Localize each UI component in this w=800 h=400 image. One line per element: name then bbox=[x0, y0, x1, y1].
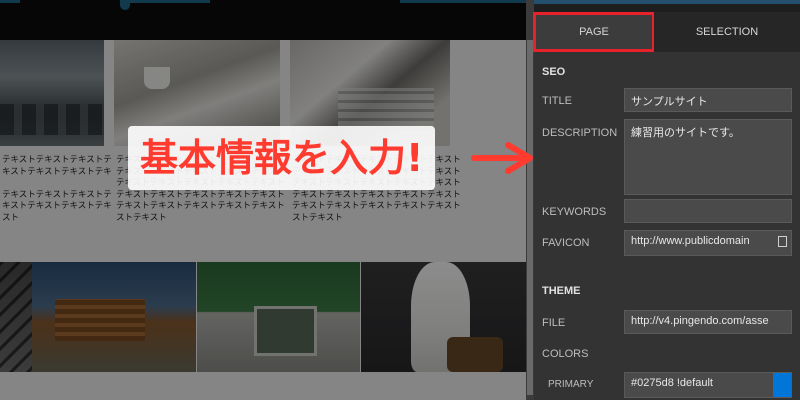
arrow-right-icon bbox=[471, 142, 533, 174]
primary-color-value: #0275d8 !default bbox=[631, 377, 713, 389]
scrollbar-thumb[interactable] bbox=[527, 40, 533, 395]
theme-file-field-value: http://v4.pingendo.com/asse bbox=[631, 315, 769, 327]
annotation-callout: 基本情報を入力! bbox=[128, 126, 436, 190]
file-label: FILE bbox=[542, 317, 566, 329]
primary-color-field[interactable]: #0275d8 !default bbox=[624, 372, 792, 398]
file-icon[interactable] bbox=[778, 236, 787, 247]
favicon-field-value: http://www.publicdomain bbox=[631, 235, 750, 247]
tab-page[interactable]: PAGE bbox=[533, 12, 655, 52]
tab-page-highlight-box bbox=[533, 12, 655, 52]
favicon-label: FAVICON bbox=[542, 237, 590, 249]
keywords-label: KEYWORDS bbox=[542, 206, 607, 218]
keywords-field[interactable] bbox=[624, 199, 792, 223]
theme-heading: THEME bbox=[542, 285, 581, 297]
primary-color-swatch[interactable] bbox=[773, 373, 791, 397]
primary-label: PRIMARY bbox=[548, 379, 594, 390]
favicon-field[interactable]: http://www.publicdomain bbox=[624, 230, 792, 256]
title-label: TITLE bbox=[542, 95, 572, 107]
title-field-value: サンプルサイト bbox=[631, 96, 708, 108]
properties-panel: PAGE SELECTION SEO TITLE サンプルサイト DESCRIP… bbox=[533, 0, 800, 400]
description-label: DESCRIPTION bbox=[542, 127, 618, 139]
tab-selection[interactable]: SELECTION bbox=[654, 12, 800, 52]
canvas-dim-overlay bbox=[0, 0, 526, 400]
colors-label: COLORS bbox=[542, 348, 589, 360]
canvas-scrollbar[interactable] bbox=[526, 0, 534, 400]
panel-top-strip bbox=[534, 0, 800, 12]
title-field[interactable]: サンプルサイト bbox=[624, 88, 792, 112]
theme-file-field[interactable]: http://v4.pingendo.com/asse bbox=[624, 310, 792, 334]
description-field-value: 練習用のサイトです。 bbox=[631, 127, 740, 139]
panel-top-accent bbox=[534, 0, 800, 4]
tab-selection-label: SELECTION bbox=[695, 26, 759, 38]
design-canvas[interactable]: テキストテキストテキストテ キストテキストテキストテキ テキストテキストテキスト… bbox=[0, 0, 526, 400]
description-field[interactable]: 練習用のサイトです。 bbox=[624, 119, 792, 195]
seo-heading: SEO bbox=[542, 66, 566, 78]
